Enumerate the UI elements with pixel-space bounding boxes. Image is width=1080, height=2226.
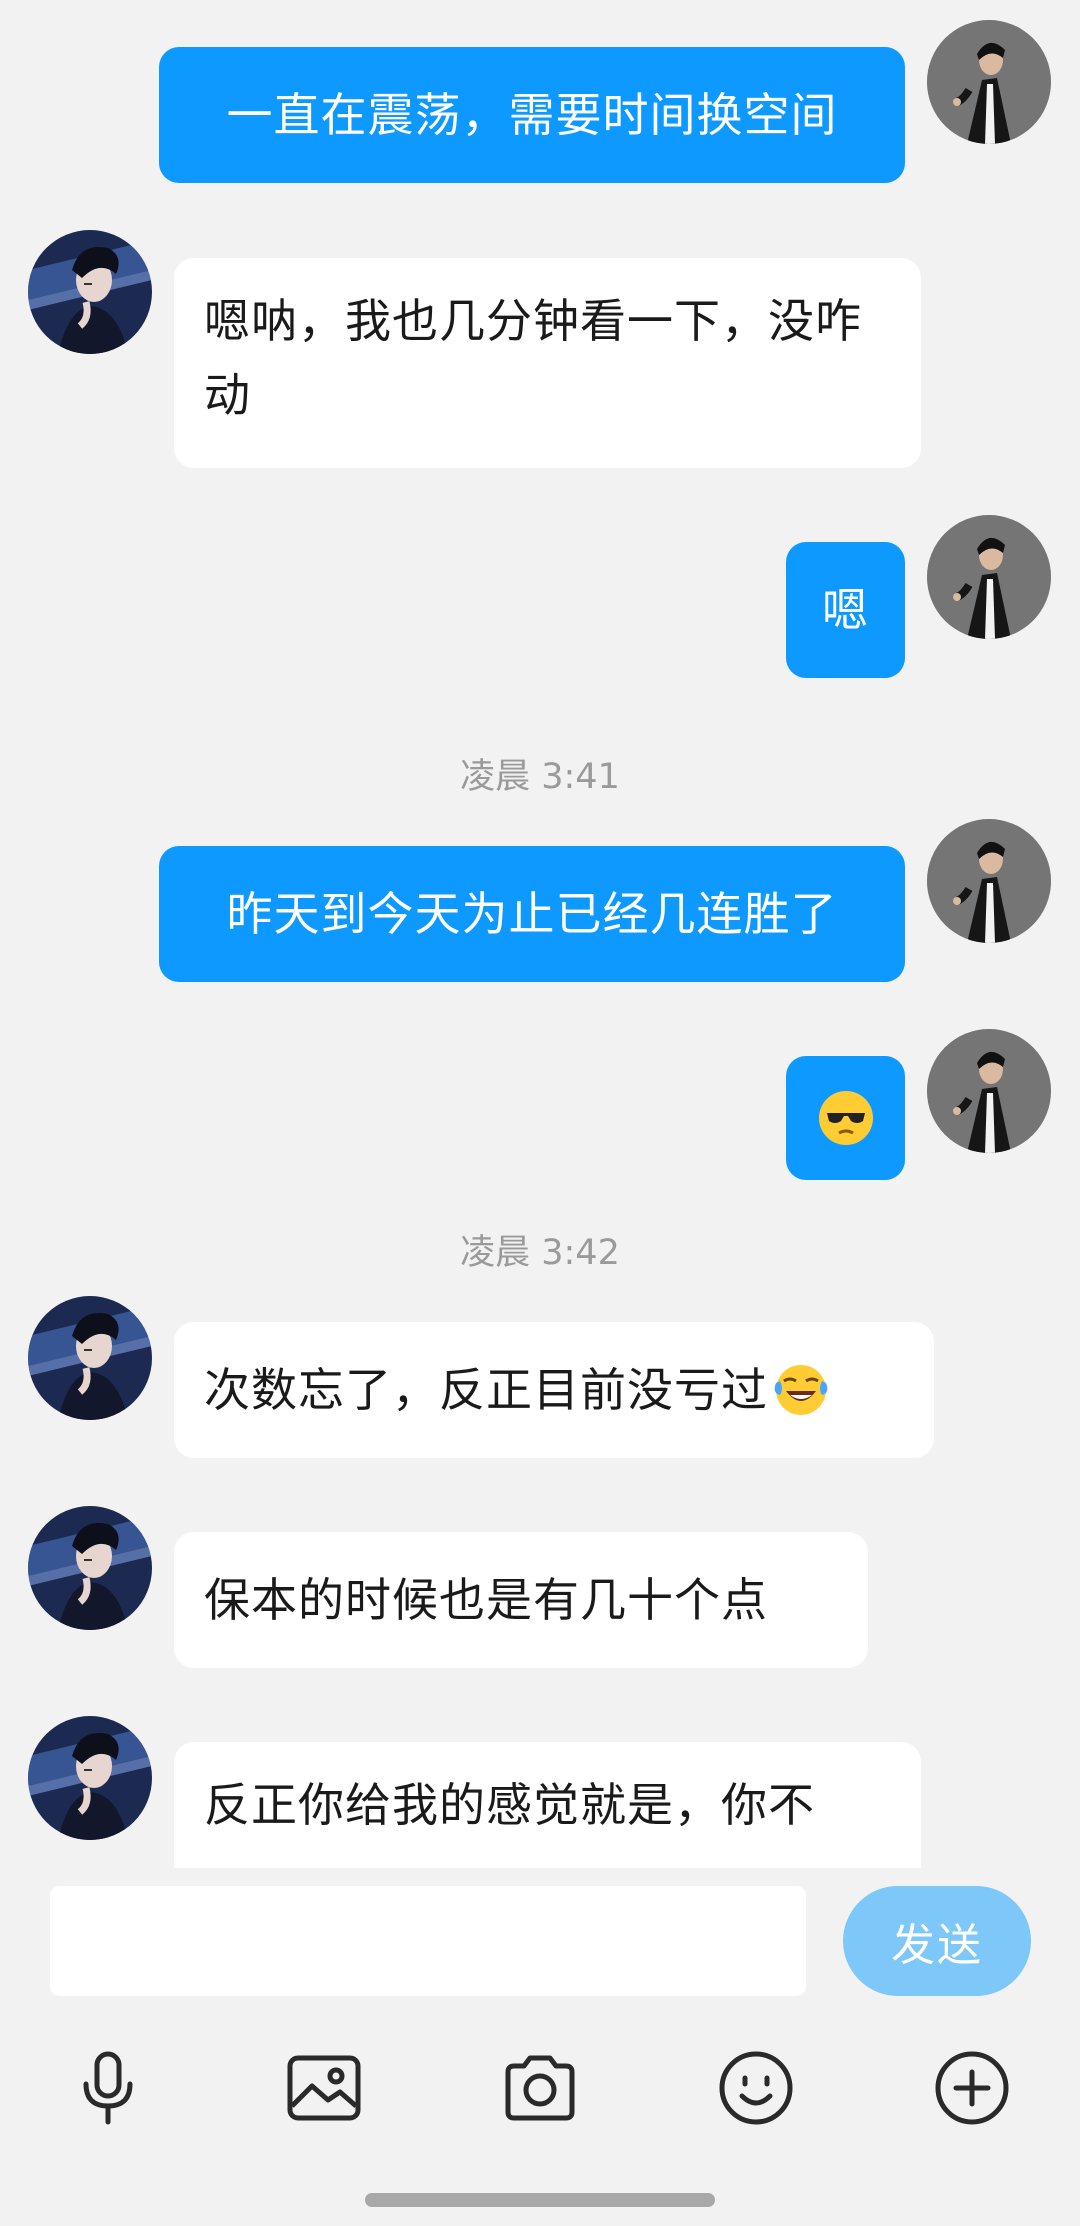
- message-input[interactable]: [50, 1886, 806, 1996]
- incoming-message-bubble[interactable]: 保本的时候也是有几十个点: [174, 1532, 868, 1668]
- contact-avatar[interactable]: [28, 1296, 152, 1420]
- message-text: 次数忘了，反正目前没亏过: [204, 1363, 768, 1417]
- incoming-message-bubble[interactable]: 反正你给我的感觉就是，你不: [174, 1742, 921, 1868]
- outgoing-emoji-bubble[interactable]: [786, 1056, 905, 1180]
- microphone-icon[interactable]: [58, 2038, 158, 2138]
- contact-avatar[interactable]: [28, 230, 152, 354]
- incoming-message-bubble[interactable]: 嗯呐，我也几分钟看一下，没咋动: [174, 258, 921, 468]
- timestamp: 凌晨 3:42: [460, 1233, 620, 1273]
- camera-icon[interactable]: [490, 2038, 590, 2138]
- my-avatar[interactable]: [927, 20, 1051, 144]
- emoji-icon[interactable]: [706, 2038, 806, 2138]
- home-indicator[interactable]: [365, 2193, 715, 2207]
- incoming-message-bubble[interactable]: 次数忘了，反正目前没亏过: [174, 1322, 934, 1458]
- outgoing-message-bubble[interactable]: 昨天到今天为止已经几连胜了: [159, 846, 905, 982]
- my-avatar[interactable]: [927, 819, 1051, 943]
- contact-avatar[interactable]: [28, 1506, 152, 1630]
- my-avatar[interactable]: [927, 515, 1051, 639]
- timestamp: 凌晨 3:41: [460, 757, 620, 797]
- outgoing-message-bubble[interactable]: 一直在震荡，需要时间换空间: [159, 47, 905, 183]
- send-button[interactable]: 发送: [843, 1886, 1031, 1996]
- message-composer: 发送: [0, 1868, 1080, 2226]
- my-avatar[interactable]: [927, 1029, 1051, 1153]
- tears-of-joy-emoji: [772, 1361, 830, 1419]
- sunglasses-emoji: [818, 1091, 873, 1145]
- plus-icon[interactable]: [922, 2038, 1022, 2138]
- outgoing-message-bubble[interactable]: 嗯: [786, 542, 905, 678]
- chat-message-list[interactable]: 一直在震荡，需要时间换空间 嗯呐，我也几分钟看一下，没咋动 嗯 凌晨 3:41 …: [0, 0, 1080, 1868]
- image-icon[interactable]: [274, 2038, 374, 2138]
- contact-avatar[interactable]: [28, 1716, 152, 1840]
